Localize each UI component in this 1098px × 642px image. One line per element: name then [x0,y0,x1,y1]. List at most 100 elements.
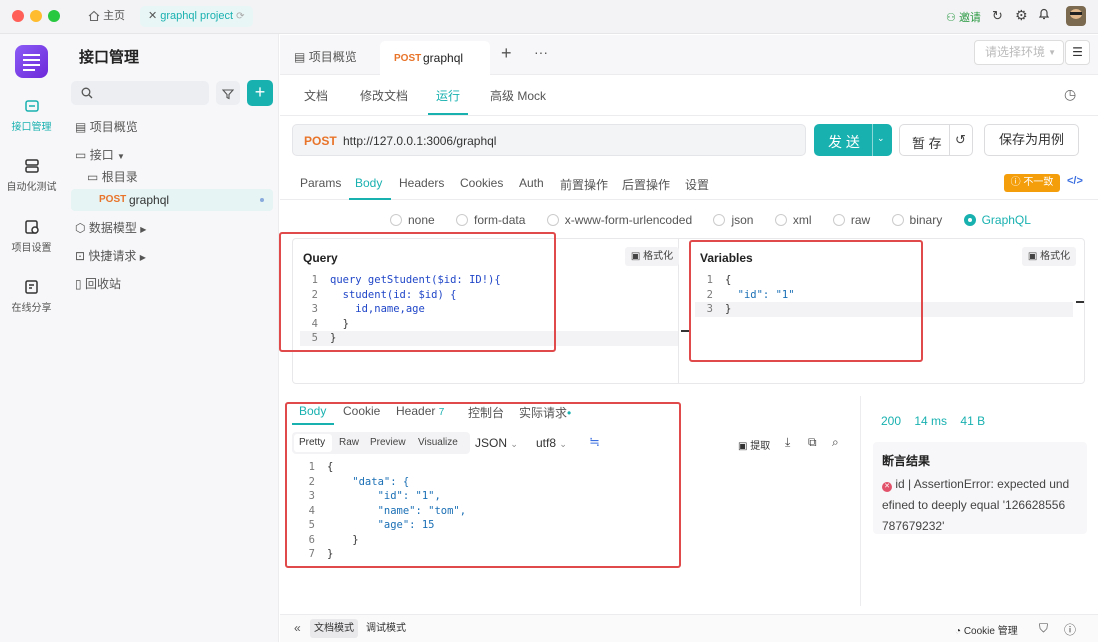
tab-settings[interactable]: 设置 [685,176,709,193]
debug-mode-button[interactable]: 调试模式 [362,619,410,638]
tab-auth[interactable]: Auth [519,176,544,190]
url-bar[interactable]: POST http://127.0.0.1:3006/graphql [292,124,806,156]
tree-item-label: 快捷请求 [88,249,137,263]
code-icon[interactable]: </> [1067,175,1083,187]
doc-tab-overview[interactable]: ▤ 项目概览 [294,48,357,65]
shirt-icon[interactable]: ⛉ [1039,621,1048,636]
tree-item-quick[interactable]: ⊡ 快捷请求 ▶ [75,245,146,267]
format-query-button[interactable]: ▣ 格式化 [625,247,679,266]
radio-none[interactable]: none [390,213,435,227]
automation-icon [24,159,39,173]
help-icon[interactable]: ⓘ [1064,621,1076,638]
chevron-down-icon[interactable]: ⌄ [877,133,885,144]
more-tabs-button[interactable]: ··· [534,44,548,60]
search-input[interactable] [71,81,209,105]
tab-post-ops[interactable]: 后置操作 [622,176,670,193]
sub-tab-run[interactable]: 运行 [436,87,460,104]
gear-icon[interactable]: ⚙ [1015,7,1028,24]
tree-item-graphql[interactable]: POST graphql [71,189,273,211]
radio-raw[interactable]: raw [832,213,870,227]
radio-label: json [731,213,754,227]
home-tab[interactable]: 主页 [80,6,133,27]
sub-tab-docs[interactable]: 文档 [304,87,328,104]
radio-graphql[interactable]: GraphQL [963,213,1031,227]
close-window-button[interactable] [12,10,24,22]
cookie-icon: ◔ [955,626,962,637]
search-icon[interactable]: ⌕ [832,435,839,450]
share-icon [24,280,38,294]
annotation-box-query [279,232,556,352]
radio-binary[interactable]: binary [891,213,942,227]
tree-item-overview[interactable]: ▤ 项目概览 [75,116,138,138]
radio-json[interactable]: json [713,213,753,227]
rail-item-automation[interactable]: 自动化测试 [0,158,63,193]
sync-icon[interactable]: ↻ [992,8,1003,24]
sub-tab-edit[interactable]: 修改文档 [360,87,408,104]
tree-item-trash[interactable]: ▯ 回收站 [75,273,121,295]
send-label: 发 送 [828,134,860,150]
collapse-icon[interactable]: « [294,621,301,635]
close-tab-icon[interactable]: ✕ [148,10,157,22]
environment-select[interactable]: 请选择环境 ▼ [974,40,1064,65]
avatar[interactable] [1066,6,1086,26]
format-variables-button[interactable]: ▣ 格式化 [1022,247,1076,266]
title-bar: 主页 ✕ graphql project ⟳ ⚇ 邀请 ↻ ⚙ [0,0,1098,34]
assertion-message: ✕ id | AssertionError: expected und efin… [882,474,1069,537]
doc-tab-graphql[interactable]: POST graphql [380,41,490,76]
radio-urlencoded[interactable]: x-www-form-urlencoded [546,213,692,227]
invite-button[interactable]: ⚇ 邀请 [946,9,981,25]
tree-item-root[interactable]: ▭ 根目录 [87,166,138,188]
tab-params[interactable]: Params [300,176,341,190]
method-badge: POST [99,194,127,205]
menu-button[interactable]: ☰ [1065,40,1090,65]
url-input[interactable]: http://127.0.0.1:3006/graphql [343,134,496,148]
refresh-icon[interactable]: ⟳ [236,11,244,22]
tab-headers[interactable]: Headers [399,176,444,190]
active-dot [260,198,264,202]
plus-icon: + [254,82,266,102]
folder-icon: ▭ [75,148,87,162]
download-icon[interactable]: ⤓ [785,435,790,450]
save-as-case-button[interactable]: 保存为用例 [984,124,1079,156]
bell-icon[interactable] [1038,7,1050,23]
tab-body[interactable]: Body [355,176,382,190]
resize-handle[interactable] [1076,301,1084,303]
rail-item-settings[interactable]: 项目设置 [0,219,63,254]
copy-icon[interactable]: ⧉ [808,435,817,450]
method-selector[interactable]: POST [304,134,337,148]
tab-pre-ops[interactable]: 前置操作 [560,176,608,193]
rail-item-api[interactable]: 接口管理 [0,98,63,133]
extract-button[interactable]: ▣ 提取 [738,437,770,452]
doc-mode-button[interactable]: 文档模式 [310,619,358,638]
format-label: 格式化 [643,251,674,262]
rail-item-label: 在线分享 [11,303,52,314]
save-button[interactable]: 暂 存 [912,133,942,152]
resize-handle[interactable] [681,330,689,332]
search-icon [81,87,93,99]
tree-item-label: 项目概览 [89,120,138,134]
tree-item-api[interactable]: ▭ 接口 ▼ [75,144,125,166]
save-divider [949,125,950,155]
assertion-line: efined to deeply equal '126628556 [882,498,1066,512]
project-tab[interactable]: ✕ graphql project ⟳ [140,6,253,27]
mismatch-badge[interactable]: ⓘ 不一致 [1004,174,1060,192]
minimize-window-button[interactable] [30,10,42,22]
app-logo [15,45,48,78]
reset-icon[interactable]: ↺ [955,132,966,148]
tree-item-models[interactable]: ⬡ 数据模型 ▶ [75,217,146,239]
radio-xml[interactable]: xml [774,213,812,227]
filter-button[interactable] [216,81,240,105]
radio-form-data[interactable]: form-data [456,213,525,227]
cookie-manage-button[interactable]: ◔ Cookie 管理 [955,622,1018,637]
new-tab-button[interactable]: + [501,43,512,64]
menu-icon: ☰ [1072,45,1083,59]
add-button[interactable]: + [247,80,273,106]
rail-item-share[interactable]: 在线分享 [0,279,63,314]
sub-tab-mock[interactable]: 高级 Mock [490,87,546,104]
history-icon[interactable]: ◷ [1064,86,1076,103]
response-time: 14 ms [914,414,948,428]
maximize-window-button[interactable] [48,10,60,22]
tab-cookies[interactable]: Cookies [460,176,503,190]
folder-open-icon: ▭ [87,170,99,184]
send-button[interactable]: 发 送 ⌄ [814,124,892,156]
